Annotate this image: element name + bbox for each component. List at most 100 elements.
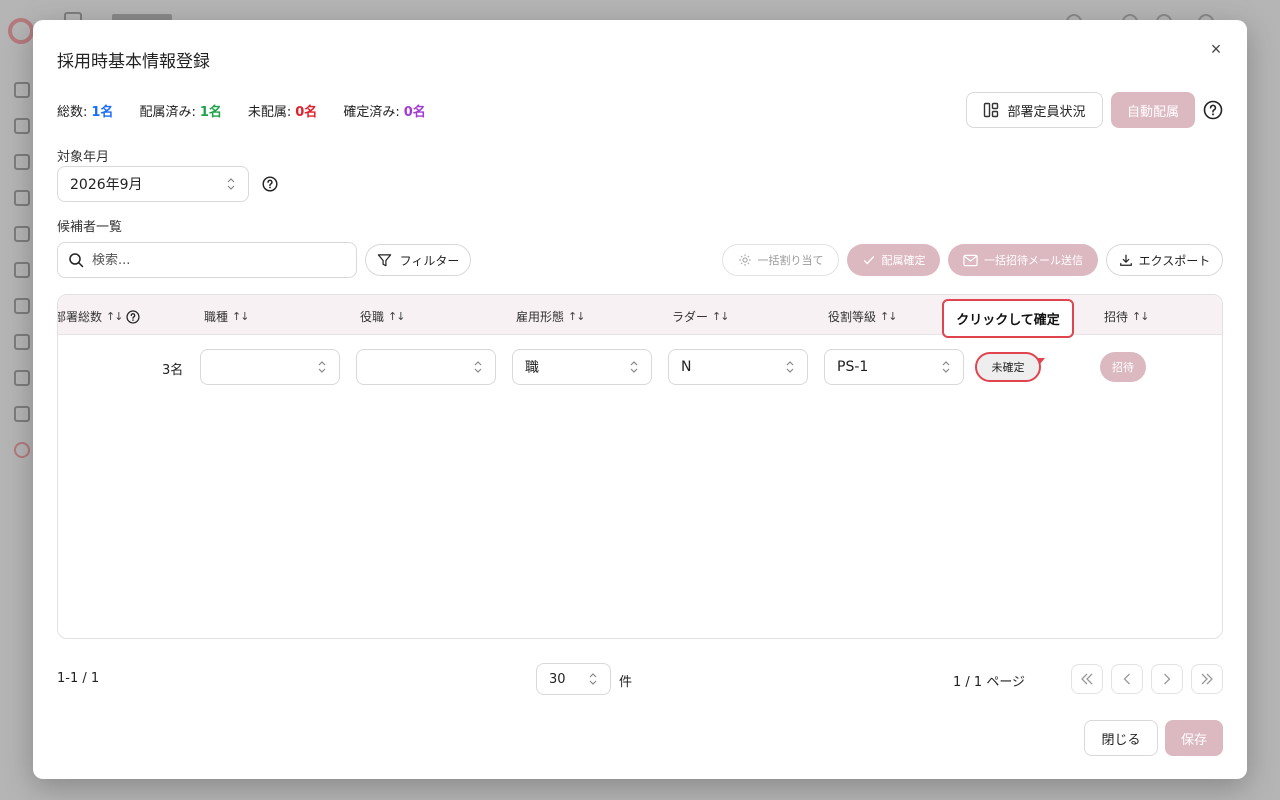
help-circle-icon[interactable] <box>126 309 141 324</box>
job-select[interactable] <box>200 349 340 385</box>
grade-value: PS-1 <box>837 359 869 375</box>
modal-title: 採用時基本情報登録 <box>57 52 210 72</box>
filter-label: フィルター <box>399 253 460 268</box>
pagination-range: 1-1 / 1 <box>57 671 100 686</box>
background-nav-icon <box>14 118 30 134</box>
chevron-updown-icon <box>473 360 483 374</box>
download-icon <box>1119 253 1133 267</box>
background-nav-icon <box>14 298 30 314</box>
chevrons-right-icon <box>1200 673 1214 685</box>
stat-unassigned: 未配属: 0名 <box>248 101 317 120</box>
filter-button[interactable]: フィルター <box>365 244 471 276</box>
target-month-select[interactable]: 2026年9月 <box>57 166 249 202</box>
help-circle-icon[interactable] <box>1203 100 1223 120</box>
search-input[interactable] <box>92 252 332 268</box>
chevron-updown-icon <box>226 177 236 191</box>
stat-confirmed-label: 確定済み: <box>343 105 400 120</box>
employment-select[interactable]: 職 <box>512 349 652 385</box>
layout-icon <box>983 102 999 118</box>
stats-summary: 総数: 1名 配属済み: 1名 未配属: 0名 確定済み: 0名 <box>57 101 426 120</box>
dept-capacity-label: 部署定員状況 <box>1007 104 1086 120</box>
chevron-updown-icon <box>629 360 639 374</box>
per-page-select[interactable]: 30 <box>536 663 611 695</box>
dept-capacity-button[interactable]: 部署定員状況 <box>966 92 1103 128</box>
bulk-invite-mail-button[interactable]: 一括招待メール送信 <box>948 244 1098 276</box>
header-position[interactable]: 役職 ↑↓ <box>360 308 405 325</box>
background-nav-icon <box>14 154 30 170</box>
bulk-assign-label: 一括割り当て <box>757 254 824 267</box>
app-logo-icon <box>8 18 34 44</box>
stat-assigned-label: 配属済み: <box>139 105 196 120</box>
last-page-button[interactable] <box>1191 664 1223 694</box>
close-icon[interactable]: × <box>1207 40 1225 58</box>
export-label: エクスポート <box>1138 253 1211 268</box>
sort-icon: ↑↓ <box>880 310 897 323</box>
confirm-assign-button[interactable]: 配属確定 <box>847 244 940 276</box>
header-invite[interactable]: 招待 ↑↓ <box>1104 308 1149 325</box>
sort-icon: ↑↓ <box>106 310 123 323</box>
header-dept-total-label: 部署総数 <box>57 310 103 324</box>
invite-button[interactable]: 招待 <box>1100 352 1146 382</box>
close-button[interactable]: 閉じる <box>1084 720 1158 756</box>
chevron-updown-icon <box>785 360 795 374</box>
background-nav-icon <box>14 262 30 278</box>
stat-total: 総数: 1名 <box>57 101 113 120</box>
header-job[interactable]: 職種 ↑↓ <box>204 308 249 325</box>
background-nav-icon <box>14 226 30 242</box>
chevron-right-icon <box>1163 673 1171 685</box>
ladder-select[interactable]: N <box>668 349 808 385</box>
sort-icon: ↑↓ <box>388 310 405 323</box>
chevron-updown-icon <box>941 360 951 374</box>
chevron-updown-icon <box>317 360 327 374</box>
header-grade-label: 役割等級 <box>828 310 877 324</box>
background-nav-icon <box>14 406 30 422</box>
background-nav-icon <box>14 190 30 206</box>
stat-total-value: 1名 <box>91 105 114 120</box>
confirm-tooltip: クリックして確定 <box>942 299 1074 338</box>
stat-unassigned-value: 0名 <box>295 105 318 120</box>
background-nav-icon <box>14 334 30 350</box>
help-circle-icon[interactable] <box>262 176 278 192</box>
page-info: 1 / 1 ページ <box>953 675 1026 690</box>
stat-assigned: 配属済み: 1名 <box>139 101 221 120</box>
chevron-updown-icon <box>588 672 598 686</box>
prev-page-button[interactable] <box>1111 664 1143 694</box>
sort-icon: ↑↓ <box>712 310 729 323</box>
per-page-unit: 件 <box>619 675 633 690</box>
stat-confirmed-value: 0名 <box>403 105 426 120</box>
header-employment-label: 雇用形態 <box>516 310 565 324</box>
position-select[interactable] <box>356 349 496 385</box>
stat-total-label: 総数: <box>57 105 88 120</box>
first-page-button[interactable] <box>1071 664 1103 694</box>
chevron-left-icon <box>1123 673 1131 685</box>
sort-icon: ↑↓ <box>1132 310 1149 323</box>
save-button[interactable]: 保存 <box>1165 720 1223 756</box>
background-nav-icon <box>14 442 30 458</box>
header-employment[interactable]: 雇用形態 ↑↓ <box>516 308 585 325</box>
mail-icon <box>963 254 978 267</box>
header-invite-label: 招待 <box>1104 310 1129 324</box>
export-button[interactable]: エクスポート <box>1106 244 1223 276</box>
bulk-assign-button[interactable]: 一括割り当て <box>722 244 839 276</box>
grade-select[interactable]: PS-1 <box>824 349 964 385</box>
header-ladder-label: ラダー <box>672 310 709 324</box>
header-dept-total[interactable]: 部署総数 ↑↓ <box>57 308 141 325</box>
auto-assign-button[interactable]: 自動配属 <box>1111 92 1195 128</box>
status-unconfirmed-button[interactable]: 未確定 <box>975 352 1041 382</box>
header-job-label: 職種 <box>204 310 229 324</box>
search-box[interactable] <box>57 242 357 278</box>
bulk-invite-mail-label: 一括招待メール送信 <box>984 254 1083 267</box>
sort-icon: ↑↓ <box>568 310 585 323</box>
header-grade[interactable]: 役割等級 ↑↓ <box>828 308 897 325</box>
background-nav-icon <box>14 82 30 98</box>
ladder-value: N <box>681 359 692 375</box>
search-icon <box>68 252 84 268</box>
header-position-label: 役職 <box>360 310 385 324</box>
header-ladder[interactable]: ラダー ↑↓ <box>672 308 729 325</box>
filter-icon <box>377 253 392 268</box>
target-month-value: 2026年9月 <box>70 177 143 193</box>
chevrons-left-icon <box>1080 673 1094 685</box>
gear-icon <box>738 253 752 267</box>
next-page-button[interactable] <box>1151 664 1183 694</box>
per-page-value: 30 <box>549 671 566 687</box>
